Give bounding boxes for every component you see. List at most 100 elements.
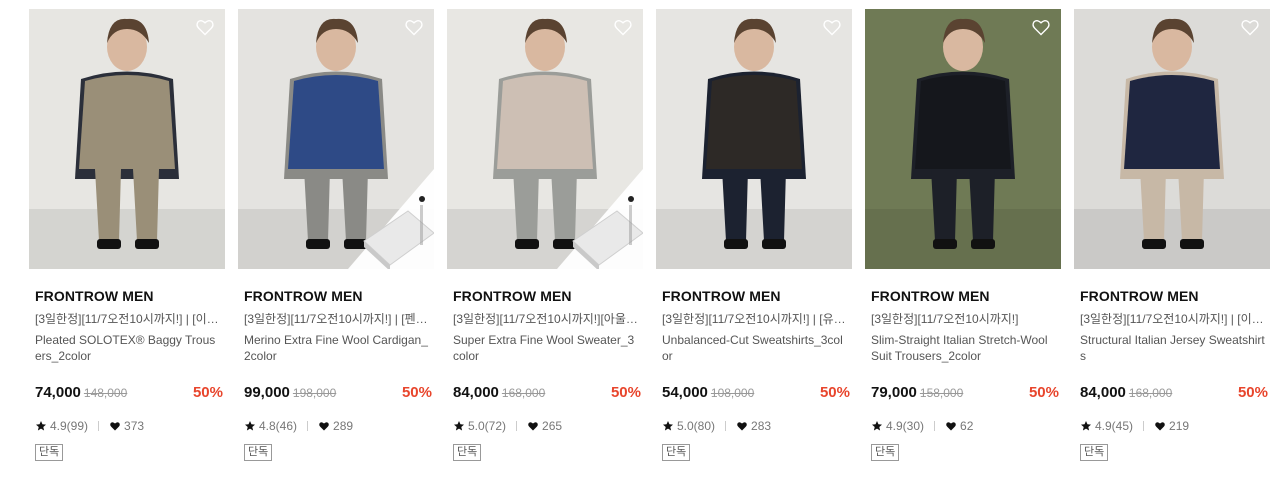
product-meta: 4.8(46) 289: [244, 418, 434, 434]
product-card[interactable]: FRONTROW MEN [3일한정][11/7오전10시까지!] | [이동……: [29, 9, 225, 461]
product-meta: 4.9(99) 373: [35, 418, 225, 434]
wishlist-heart-icon[interactable]: [613, 17, 633, 37]
product-photo: [29, 9, 225, 269]
discount-rate: 50%: [610, 384, 641, 401]
product-thumbnail[interactable]: [447, 9, 643, 269]
product-photo: [238, 9, 434, 269]
promo-text[interactable]: [3일한정][11/7오전10시까지!] | [이동…: [35, 311, 221, 327]
likes-count: 373: [124, 419, 145, 433]
rating-text: 4.9(45): [1095, 419, 1134, 433]
star-icon: [1080, 420, 1092, 432]
star-icon: [662, 420, 674, 432]
original-price: 168,000: [1128, 386, 1173, 400]
likes-count: 289: [333, 419, 354, 433]
product-card[interactable]: FRONTROW MEN [3일한정][11/7오전10시까지!] Slim-S…: [865, 9, 1061, 461]
exclusive-badge: 단독: [453, 444, 482, 461]
product-photo: [865, 9, 1061, 269]
meta-divider: [725, 421, 727, 431]
wishlist-heart-icon[interactable]: [1031, 17, 1051, 37]
wishlist-heart-icon[interactable]: [1240, 17, 1260, 37]
promo-text[interactable]: [3일한정][11/7오전10시까지!] | [이신…: [1080, 311, 1266, 327]
heart-filled-icon: [109, 420, 121, 432]
product-name[interactable]: Unbalanced-Cut Sweatshirts_3color: [662, 332, 848, 364]
price-row: 54,000 108,000 50%: [662, 384, 850, 404]
product-thumbnail[interactable]: [865, 9, 1061, 269]
product-card[interactable]: FRONTROW MEN [3일한정][11/7오전10시까지!][아울렛… S…: [447, 9, 643, 461]
product-name[interactable]: Merino Extra Fine Wool Cardigan_2color: [244, 332, 430, 364]
brand-name[interactable]: FRONTROW MEN: [453, 287, 643, 305]
likes-count: 219: [1169, 419, 1190, 433]
product-card[interactable]: FRONTROW MEN [3일한정][11/7오전10시까지!] | [이신……: [1074, 9, 1270, 461]
brand-name[interactable]: FRONTROW MEN: [662, 287, 852, 305]
wishlist-heart-icon[interactable]: [822, 17, 842, 37]
heart-filled-icon: [736, 420, 748, 432]
original-price: 108,000: [710, 386, 755, 400]
meta-divider: [934, 421, 936, 431]
exclusive-badge: 단독: [35, 444, 64, 461]
discount-rate: 50%: [192, 384, 223, 401]
product-photo: [447, 9, 643, 269]
price-row: 74,000 148,000 50%: [35, 384, 223, 404]
product-photo: [1074, 9, 1270, 269]
discount-rate: 50%: [819, 384, 850, 401]
product-meta: 4.9(45) 219: [1080, 418, 1270, 434]
original-price: 148,000: [83, 386, 128, 400]
price-row: 84,000 168,000 50%: [453, 384, 641, 404]
rating-text: 5.0(72): [468, 419, 507, 433]
price-row: 99,000 198,000 50%: [244, 384, 432, 404]
brand-name[interactable]: FRONTROW MEN: [35, 287, 225, 305]
product-name[interactable]: Super Extra Fine Wool Sweater_3color: [453, 332, 639, 364]
sale-price: 74,000: [35, 384, 81, 401]
product-thumbnail[interactable]: [1074, 9, 1270, 269]
product-card[interactable]: FRONTROW MEN [3일한정][11/7오전10시까지!] | [펜트……: [238, 9, 434, 461]
product-meta: 4.9(30) 62: [871, 418, 1061, 434]
star-icon: [871, 420, 883, 432]
star-icon: [244, 420, 256, 432]
brand-name[interactable]: FRONTROW MEN: [244, 287, 434, 305]
product-name[interactable]: Slim-Straight Italian Stretch-Wool Suit …: [871, 332, 1057, 364]
promo-text[interactable]: [3일한정][11/7오전10시까지!]: [871, 311, 1057, 327]
wishlist-heart-icon[interactable]: [195, 17, 215, 37]
sale-price: 54,000: [662, 384, 708, 401]
rating-text: 4.8(46): [259, 419, 298, 433]
star-icon: [453, 420, 465, 432]
heart-filled-icon: [527, 420, 539, 432]
product-thumbnail[interactable]: [238, 9, 434, 269]
meta-divider: [307, 421, 309, 431]
promo-text[interactable]: [3일한정][11/7오전10시까지!][아울렛…: [453, 311, 639, 327]
product-meta: 5.0(72) 265: [453, 418, 643, 434]
exclusive-badge: 단독: [871, 444, 900, 461]
product-card[interactable]: FRONTROW MEN [3일한정][11/7오전10시까지!] | [유준……: [656, 9, 852, 461]
product-photo: [656, 9, 852, 269]
heart-filled-icon: [1154, 420, 1166, 432]
discount-rate: 50%: [401, 384, 432, 401]
star-icon: [35, 420, 47, 432]
product-name[interactable]: Structural Italian Jersey Sweatshirts: [1080, 332, 1266, 364]
discount-rate: 50%: [1237, 384, 1268, 401]
meta-divider: [516, 421, 518, 431]
meta-divider: [1143, 421, 1145, 431]
exclusive-badge: 단독: [1080, 444, 1109, 461]
brand-name[interactable]: FRONTROW MEN: [871, 287, 1061, 305]
wishlist-heart-icon[interactable]: [404, 17, 424, 37]
likes-count: 62: [960, 419, 974, 433]
discount-rate: 50%: [1028, 384, 1059, 401]
sale-price: 79,000: [871, 384, 917, 401]
sale-price: 84,000: [1080, 384, 1126, 401]
rating-text: 5.0(80): [677, 419, 716, 433]
original-price: 168,000: [501, 386, 546, 400]
original-price: 158,000: [919, 386, 964, 400]
product-thumbnail[interactable]: [656, 9, 852, 269]
likes-count: 265: [542, 419, 563, 433]
product-name[interactable]: Pleated SOLOTEX® Baggy Trousers_2color: [35, 332, 221, 364]
original-price: 198,000: [292, 386, 337, 400]
promo-text[interactable]: [3일한정][11/7오전10시까지!] | [펜트…: [244, 311, 430, 327]
heart-filled-icon: [318, 420, 330, 432]
promo-text[interactable]: [3일한정][11/7오전10시까지!] | [유준…: [662, 311, 848, 327]
exclusive-badge: 단독: [662, 444, 691, 461]
rating-text: 4.9(30): [886, 419, 925, 433]
product-thumbnail[interactable]: [29, 9, 225, 269]
likes-count: 283: [751, 419, 772, 433]
exclusive-badge: 단독: [244, 444, 273, 461]
brand-name[interactable]: FRONTROW MEN: [1080, 287, 1270, 305]
